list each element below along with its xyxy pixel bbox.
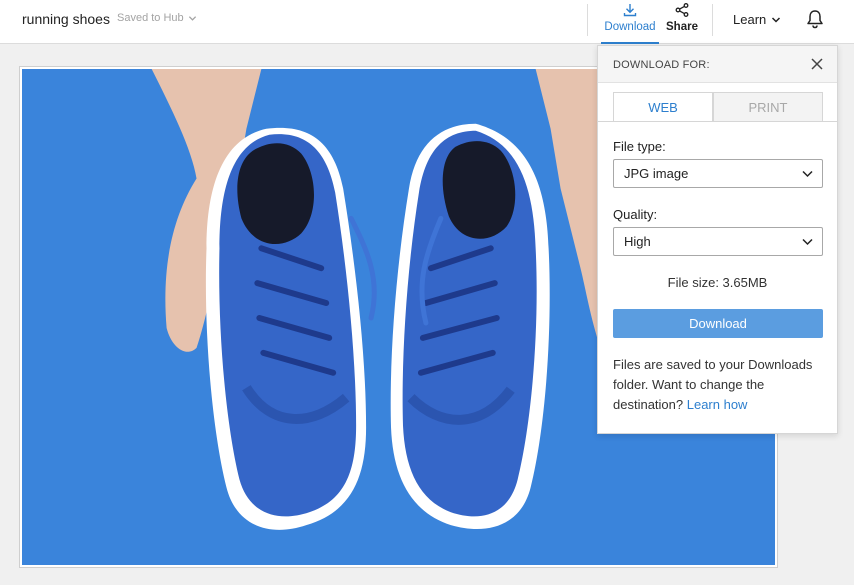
quality-value: High [624, 234, 651, 249]
download-target-tabs: WEB PRINT [613, 92, 823, 122]
top-bar: running shoes Saved to Hub Download Shar… [0, 0, 854, 44]
tab-web[interactable]: WEB [613, 92, 713, 122]
document-title[interactable]: running shoes [22, 11, 110, 27]
download-button-label: Download [604, 21, 656, 33]
learn-menu[interactable]: Learn [733, 12, 781, 27]
download-icon [623, 4, 637, 17]
file-type-label: File type: [613, 139, 666, 154]
file-size: File size: 3.65MB [667, 275, 768, 290]
tab-print[interactable]: PRINT [713, 92, 823, 122]
share-button[interactable]: Share [663, 0, 701, 44]
file-type-select[interactable]: JPG image [613, 159, 823, 188]
tabs-divider [598, 121, 837, 122]
bell-icon[interactable] [804, 8, 826, 30]
chevron-down-icon [802, 170, 813, 178]
saved-status-dropdown[interactable]: Saved to Hub [117, 12, 197, 24]
file-type-value: JPG image [624, 166, 689, 181]
quality-select[interactable]: High [613, 227, 823, 256]
download-panel-title: DOWNLOAD FOR: [613, 59, 710, 71]
chevron-down-icon [188, 15, 196, 21]
toolbar-divider [587, 4, 588, 36]
share-button-label: Share [666, 21, 698, 33]
download-panel: DOWNLOAD FOR: WEB PRINT File type: JPG i… [597, 45, 838, 434]
quality-label: Quality: [613, 207, 658, 222]
share-icon [675, 3, 689, 17]
toolbar-divider [712, 4, 713, 36]
chevron-down-icon [772, 16, 781, 23]
learn-menu-label: Learn [733, 12, 767, 27]
learn-how-link[interactable]: Learn how [687, 397, 748, 412]
close-icon[interactable] [810, 57, 824, 71]
panel-download-button[interactable]: Download [613, 309, 823, 338]
download-panel-header: DOWNLOAD FOR: [598, 46, 837, 83]
saved-status-label: Saved to Hub [117, 12, 184, 24]
chevron-down-icon [802, 238, 813, 246]
download-button[interactable]: Download [601, 0, 659, 44]
download-note: Files are saved to your Downloads folder… [613, 355, 827, 415]
